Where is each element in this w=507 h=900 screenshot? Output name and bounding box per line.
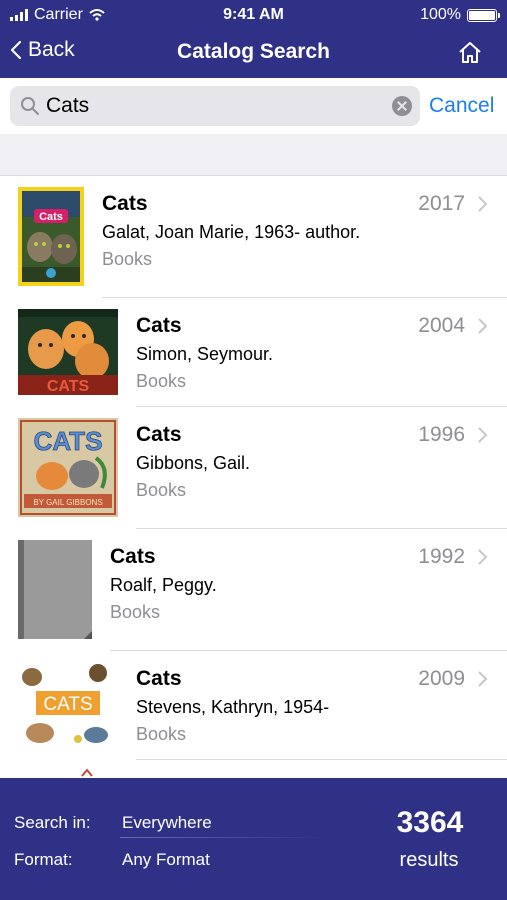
chevron-right-icon	[478, 549, 488, 565]
result-year: 2017	[418, 192, 465, 215]
list-item[interactable]: Cats Cats Galat, Joan Marie, 1963- autho…	[0, 176, 507, 298]
result-title: Cats	[136, 667, 182, 690]
search-filter-footer: Search in: Everywhere Format: Any Format…	[0, 778, 507, 900]
cover-title-text: Cats	[39, 211, 63, 223]
home-icon[interactable]	[457, 40, 483, 66]
result-year: 1996	[418, 423, 465, 446]
book-cover-image: CATS	[18, 661, 118, 749]
search-icon	[21, 97, 39, 115]
result-format: Books	[110, 602, 161, 622]
list-item[interactable]: CATS Cats Simon, Seymour. Books 2004	[0, 298, 507, 407]
cover-title-text: CATS	[34, 426, 103, 456]
format-selector[interactable]: Any Format	[122, 850, 210, 870]
search-bar: Cats Cancel	[0, 78, 507, 134]
clear-search-icon[interactable]	[392, 96, 412, 116]
divider	[120, 837, 330, 838]
result-title: Cats	[102, 192, 148, 215]
cover-byline-text: BY GAIL GIBBONS	[33, 498, 102, 507]
book-cover-image: Cats	[18, 187, 84, 286]
chevron-right-icon	[478, 196, 488, 212]
chevron-right-icon	[478, 318, 488, 334]
result-title: Cats	[136, 314, 182, 337]
top-bar: Carrier 9:41 AM 100% Back Catalog Search	[0, 0, 507, 78]
book-cover-image: CATS BY GAIL GIBBONS	[18, 418, 118, 517]
result-year: 2009	[418, 667, 465, 690]
cancel-button[interactable]: Cancel	[429, 94, 494, 118]
result-author: Simon, Seymour.	[136, 344, 274, 364]
result-author: Gibbons, Gail.	[136, 453, 251, 473]
results-count: 3364	[396, 806, 464, 839]
battery-icon	[467, 8, 500, 22]
cover-title-text: CATS	[43, 694, 92, 715]
chevron-right-icon	[478, 427, 488, 443]
result-format: Books	[136, 480, 187, 500]
results-label: results	[399, 849, 459, 871]
format-label: Format:	[14, 850, 73, 869]
list-item[interactable]	[0, 760, 507, 778]
result-year: 2004	[418, 314, 465, 337]
page-title: Catalog Search	[177, 40, 330, 63]
result-year: 1992	[418, 545, 465, 568]
search-in-selector[interactable]: Everywhere	[122, 813, 212, 833]
status-bar: Carrier 9:41 AM 100%	[0, 0, 507, 30]
result-title: Cats	[136, 423, 182, 446]
search-input[interactable]: Cats	[10, 86, 420, 126]
results-list: Cats Cats Galat, Joan Marie, 1963- autho…	[0, 176, 507, 778]
navigation-bar: Back Catalog Search	[0, 30, 507, 76]
book-cover-placeholder	[18, 540, 92, 639]
book-cover-image	[81, 768, 93, 777]
result-format: Books	[102, 249, 153, 269]
result-author: Galat, Joan Marie, 1963- author.	[102, 222, 361, 242]
result-author: Roalf, Peggy.	[110, 575, 217, 595]
list-item[interactable]: CATS BY GAIL GIBBONS Cats Gibbons, Gail.…	[0, 407, 507, 529]
battery-percent: 100%	[420, 6, 461, 23]
result-author: Stevens, Kathryn, 1954-	[136, 697, 330, 717]
search-value: Cats	[46, 94, 90, 117]
book-cover-image: CATS	[18, 309, 118, 395]
section-spacer	[0, 134, 507, 176]
search-in-label: Search in:	[14, 813, 91, 832]
list-item[interactable]: CATS Cats Stevens, Kathryn, 1954- Books …	[0, 651, 507, 760]
result-format: Books	[136, 724, 187, 744]
list-item[interactable]: Cats Roalf, Peggy. Books 1992	[0, 529, 507, 651]
result-title: Cats	[110, 545, 156, 568]
chevron-right-icon	[478, 671, 488, 687]
cover-title-text: CATS	[47, 378, 90, 395]
result-format: Books	[136, 371, 187, 391]
